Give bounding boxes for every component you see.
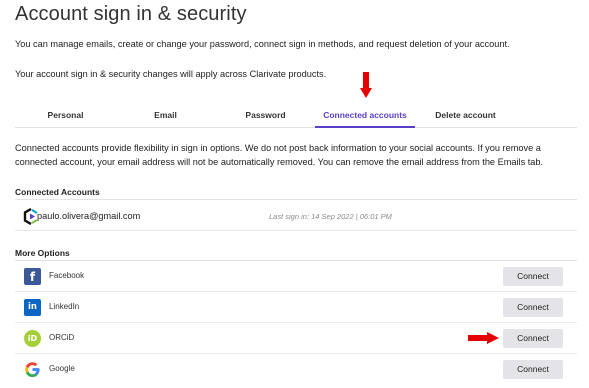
annotation-arrow-down <box>360 72 372 102</box>
scope-note: Your account sign in & security changes … <box>15 69 327 79</box>
option-label: Google <box>49 364 75 373</box>
connected-accounts-heading: Connected Accounts <box>15 187 100 197</box>
connected-account-row: paulo.olivera@gmail.com Last sign in: 14… <box>15 203 577 231</box>
connect-google-button[interactable]: Connect <box>503 360 563 379</box>
facebook-icon: f <box>24 268 41 285</box>
option-label: LinkedIn <box>49 302 80 311</box>
divider <box>15 199 577 200</box>
orcid-icon: iD <box>24 330 41 347</box>
more-options-heading: More Options <box>15 248 70 258</box>
connect-linkedin-button[interactable]: Connect <box>503 298 563 317</box>
google-icon <box>25 362 40 378</box>
page-title: Account sign in & security <box>15 3 247 25</box>
tab-personal[interactable]: Personal <box>23 104 108 128</box>
tab-email[interactable]: Email <box>123 104 208 128</box>
linkedin-icon: in <box>24 299 41 316</box>
annotation-arrow-right <box>468 332 500 344</box>
last-sign-in: Last sign in: 14 Sep 2022 | 06:01 PM <box>269 212 392 221</box>
connect-facebook-button[interactable]: Connect <box>503 267 563 286</box>
option-row-linkedin: in LinkedIn Connect <box>15 292 577 323</box>
connected-accounts-info: Connected accounts provide flexibility i… <box>15 143 544 167</box>
tab-delete-account[interactable]: Delete account <box>423 104 508 128</box>
tab-bar: Personal Email Password Connected accoun… <box>15 104 577 128</box>
tab-password[interactable]: Password <box>223 104 308 128</box>
option-row-google: Google Connect <box>15 354 577 385</box>
option-label: Facebook <box>49 271 85 280</box>
tab-connected-accounts[interactable]: Connected accounts <box>315 104 415 128</box>
option-row-facebook: f Facebook Connect <box>15 261 577 292</box>
option-label: ORCiD <box>49 333 75 342</box>
account-email: paulo.olivera@gmail.com <box>37 211 141 221</box>
connect-orcid-button[interactable]: Connect <box>503 329 563 348</box>
page-description: You can manage emails, create or change … <box>15 39 510 49</box>
